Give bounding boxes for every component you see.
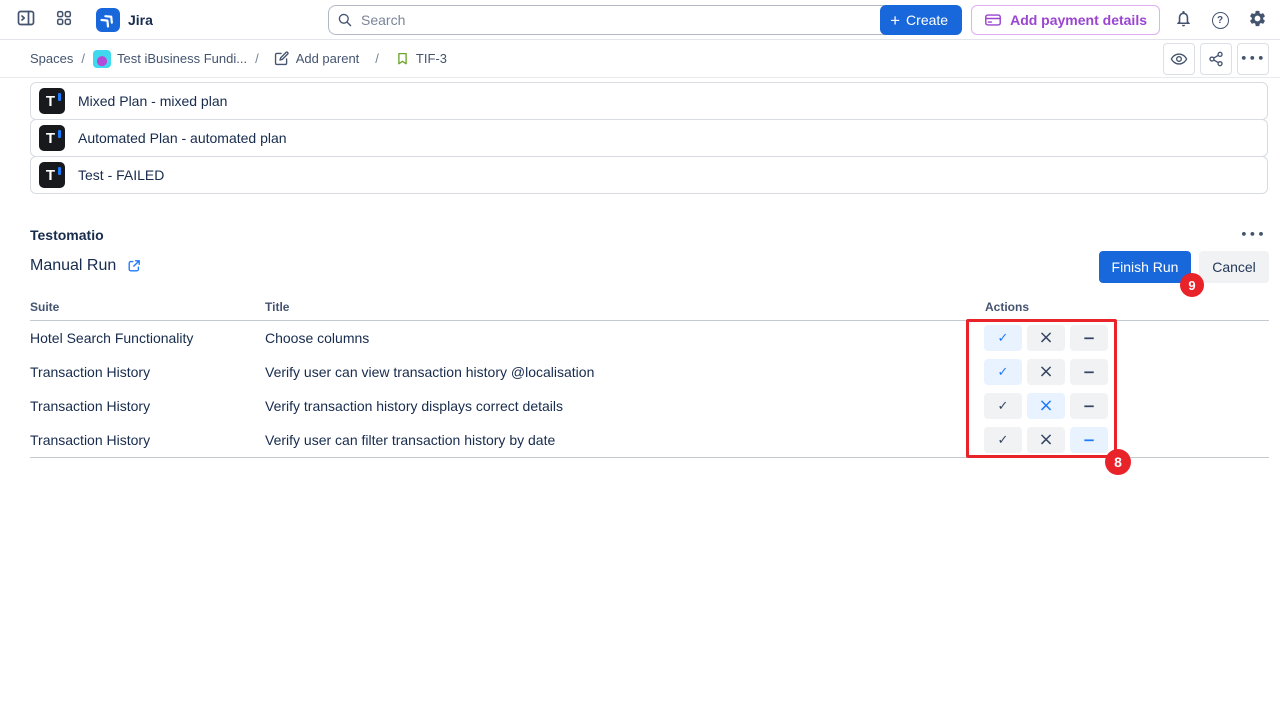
fail-button[interactable]: × <box>1027 427 1065 453</box>
watch-button[interactable] <box>1163 43 1195 75</box>
app-switcher-button[interactable] <box>50 6 78 34</box>
add-payment-details-label: Add payment details <box>1010 12 1147 28</box>
testomatio-logo-icon: T <box>39 125 65 151</box>
help-button[interactable]: ? <box>1206 6 1234 34</box>
sidebar-toggle-button[interactable] <box>12 6 40 34</box>
app-grid-icon <box>55 9 73 30</box>
finish-run-button[interactable]: Finish Run <box>1099 251 1191 283</box>
issue-key: TIF-3 <box>416 51 447 66</box>
column-header-title: Title <box>265 300 289 314</box>
search-icon <box>337 12 353 28</box>
title-cell: Verify user can filter transaction histo… <box>265 432 555 448</box>
title-cell: Choose columns <box>265 330 369 346</box>
bell-icon <box>1174 9 1193 31</box>
table-row: Transaction History Verify transaction h… <box>30 389 1269 423</box>
actions-cell: ✓ × − <box>984 427 1108 453</box>
table-row: Transaction History Verify user can view… <box>30 355 1269 389</box>
section-title: Testomatio <box>30 227 104 243</box>
testomatio-logo-icon: T <box>39 88 65 114</box>
skip-button[interactable]: − <box>1070 359 1108 385</box>
plus-icon: + <box>890 12 900 29</box>
skip-button[interactable]: − <box>1070 325 1108 351</box>
column-header-actions: Actions <box>985 300 1029 314</box>
test-run-table: Suite Title Actions Hotel Search Functio… <box>30 300 1269 458</box>
testomatio-logo-icon: T <box>39 162 65 188</box>
test-plan-label: Test - FAILED <box>78 167 164 183</box>
run-title-row: Manual Run <box>30 257 142 275</box>
pass-button[interactable]: ✓ <box>984 393 1022 419</box>
settings-button[interactable] <box>1243 6 1271 34</box>
suite-cell: Transaction History <box>30 432 150 448</box>
space-name: Test iBusiness Fundi... <box>117 51 247 66</box>
table-row: Hotel Search Functionality Choose column… <box>30 321 1269 355</box>
credit-card-icon <box>984 11 1002 29</box>
create-button-label: Create <box>906 12 948 28</box>
external-link-icon[interactable] <box>126 258 142 274</box>
jira-logo-icon[interactable] <box>96 8 120 32</box>
eye-icon <box>1170 50 1188 68</box>
gear-icon <box>1248 9 1267 31</box>
skip-button[interactable]: − <box>1070 393 1108 419</box>
top-nav: Jira + Create Add pa <box>0 0 1280 40</box>
actions-cell: ✓ × − <box>984 393 1108 419</box>
page-actions: ••• <box>1163 43 1269 75</box>
test-plan-row[interactable]: T Mixed Plan - mixed plan <box>30 82 1268 120</box>
help-icon: ? <box>1212 12 1229 29</box>
search-input[interactable] <box>328 5 898 35</box>
space-avatar <box>93 50 111 68</box>
page-more-button[interactable]: ••• <box>1237 43 1269 75</box>
share-icon <box>1207 50 1225 68</box>
topbar-actions: + Create Add payment details <box>880 5 1271 35</box>
pass-button[interactable]: ✓ <box>984 325 1022 351</box>
suite-cell: Hotel Search Functionality <box>30 330 193 346</box>
title-cell: Verify transaction history displays corr… <box>265 398 563 414</box>
actions-cell: ✓ × − <box>984 359 1108 385</box>
add-payment-details-button[interactable]: Add payment details <box>971 5 1160 35</box>
breadcrumb-space[interactable]: Test iBusiness Fundi... <box>93 50 247 68</box>
jira-page: Jira + Create Add pa <box>0 0 1280 720</box>
title-cell: Verify user can view transaction history… <box>265 364 594 380</box>
create-button[interactable]: + Create <box>880 5 962 35</box>
fail-button[interactable]: × <box>1027 359 1065 385</box>
search-bar <box>328 5 898 35</box>
add-parent-label: Add parent <box>296 51 360 66</box>
suite-cell: Transaction History <box>30 364 150 380</box>
pass-button[interactable]: ✓ <box>984 427 1022 453</box>
test-plan-row[interactable]: T Automated Plan - automated plan <box>30 119 1268 157</box>
breadcrumb-bar: Spaces / Test iBusiness Fundi... / Add p… <box>0 40 1280 78</box>
pass-button[interactable]: ✓ <box>984 359 1022 385</box>
more-horizontal-icon: ••• <box>1240 53 1266 64</box>
actions-cell: ✓ × − <box>984 325 1108 351</box>
table-header-row: Suite Title Actions <box>30 300 1269 321</box>
breadcrumb-separator: / <box>81 51 85 66</box>
panel-toggle-icon <box>16 8 36 31</box>
edit-icon <box>273 50 290 67</box>
section-more-button[interactable]: ••• <box>1240 226 1266 241</box>
share-button[interactable] <box>1200 43 1232 75</box>
skip-button[interactable]: − <box>1070 427 1108 453</box>
column-header-suite: Suite <box>30 300 59 314</box>
test-plan-label: Automated Plan - automated plan <box>78 130 287 146</box>
fail-button[interactable]: × <box>1027 393 1065 419</box>
fail-button[interactable]: × <box>1027 325 1065 351</box>
test-plan-row[interactable]: T Test - FAILED <box>30 156 1268 194</box>
table-row: Transaction History Verify user can filt… <box>30 423 1269 457</box>
test-plan-list: T Mixed Plan - mixed plan T Automated Pl… <box>30 82 1268 194</box>
bookmark-icon <box>395 51 410 66</box>
suite-cell: Transaction History <box>30 398 150 414</box>
app-name: Jira <box>128 12 153 28</box>
breadcrumb-separator: / <box>255 51 259 66</box>
breadcrumb-spaces[interactable]: Spaces <box>30 51 73 66</box>
add-parent-button[interactable]: Add parent <box>273 50 360 67</box>
test-plan-label: Mixed Plan - mixed plan <box>78 93 227 109</box>
cancel-button[interactable]: Cancel <box>1199 251 1269 283</box>
breadcrumb-separator: / <box>375 51 379 66</box>
notifications-button[interactable] <box>1169 6 1197 34</box>
run-title: Manual Run <box>30 257 116 275</box>
more-horizontal-icon: ••• <box>1240 228 1266 241</box>
breadcrumb-issue[interactable]: TIF-3 <box>395 51 447 66</box>
